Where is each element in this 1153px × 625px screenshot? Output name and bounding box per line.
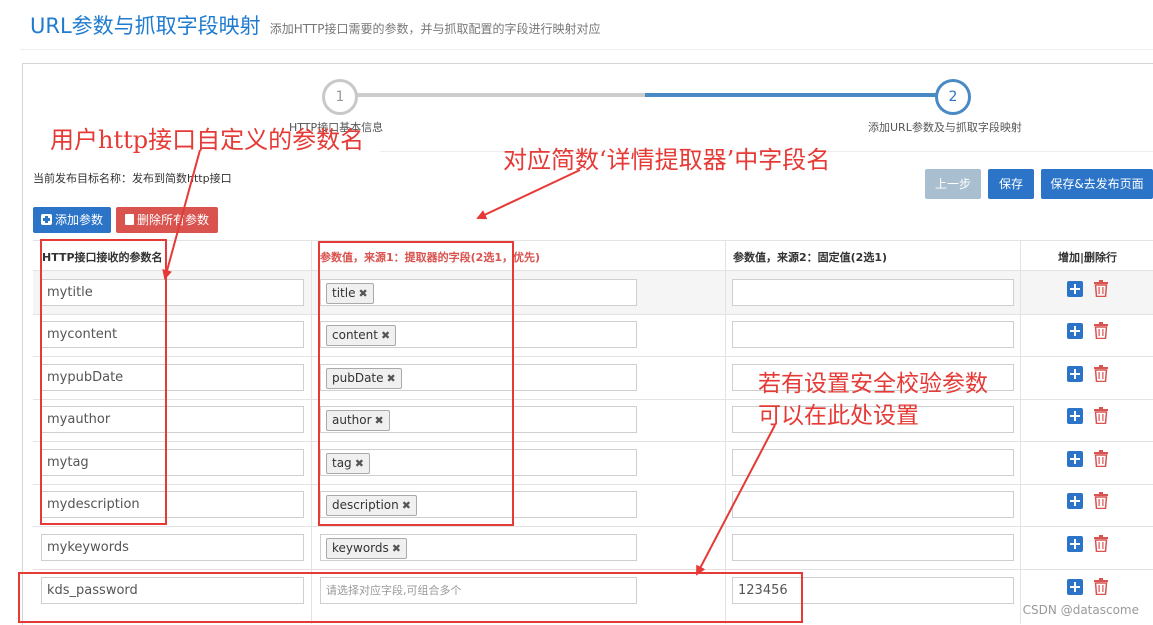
annotation-security-line2: 可以在此处设置 — [758, 403, 919, 429]
annotation-param-names: 用户http接口自定义的参数名 — [50, 126, 365, 154]
watermark: CSDN @datascome — [1022, 603, 1139, 617]
annotation-arrows — [162, 149, 776, 576]
annotation-security-line1: 若有设置安全校验参数 — [758, 371, 988, 397]
annotation-fields: 对应简数‘详情提取器’中字段名 — [503, 146, 831, 174]
